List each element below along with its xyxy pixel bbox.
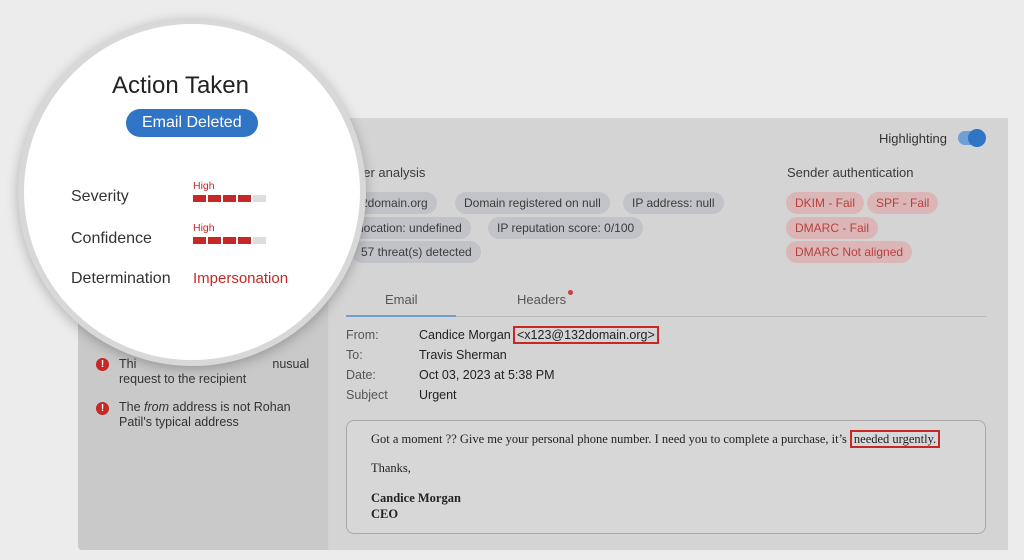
reason-1-fragment-b: nusual [272, 357, 310, 371]
to-label: To: [346, 348, 363, 362]
email-signature-name: Candice Morgan [371, 491, 461, 505]
reason-1-line-2: request to the recipient [119, 372, 247, 386]
headers-alert-dot [568, 290, 573, 295]
chip-domain-registered: Domain registered on null [455, 192, 610, 214]
from-name: Candice Morgan [419, 328, 511, 342]
subject-label: Subject [346, 388, 388, 402]
from-label: From: [346, 328, 379, 342]
chip-spf: SPF - Fail [867, 192, 939, 214]
confidence-label: Confidence [71, 230, 152, 247]
subject-value: Urgent [419, 388, 457, 402]
severity-level: High [193, 180, 215, 192]
to-value: Travis Sherman [419, 348, 507, 362]
email-closing: Thanks, [371, 461, 411, 475]
date-value: Oct 03, 2023 at 5:38 PM [419, 368, 555, 382]
severity-meter [193, 195, 268, 202]
chip-ip-address: IP address: null [623, 192, 724, 214]
email-body-text: Got a moment ?? Give me your personal ph… [371, 432, 847, 446]
chip-location: location: undefined [352, 217, 471, 239]
warning-icon: ! [96, 358, 109, 371]
reason-2-italic: from [144, 400, 170, 414]
chip-dkim: DKIM - Fail [786, 192, 864, 214]
chip-dmarc-aligned: DMARC Not aligned [786, 241, 913, 263]
email-body-highlight: needed urgently. [849, 430, 941, 448]
reason-2-suffix: address is not Rohan [169, 400, 291, 414]
chip-dmarc: DMARC - Fail [786, 217, 878, 239]
confidence-level: High [193, 222, 215, 234]
action-taken-magnifier: Action Taken Email Deleted Severity High… [18, 18, 366, 366]
highlighting-toggle[interactable] [958, 129, 986, 147]
tab-headers[interactable]: Headers [517, 292, 566, 307]
chip-ip-reputation: IP reputation score: 0/100 [488, 217, 644, 239]
active-tab-indicator [346, 315, 456, 317]
reason-from-address: The from address is not Rohan Patil's ty… [119, 400, 291, 430]
tab-email[interactable]: Email [385, 292, 418, 307]
action-title: Action Taken [112, 72, 249, 99]
from-address: <x123@132domain.org> [513, 326, 659, 344]
sender-analysis-title: der analysis [356, 165, 426, 180]
warning-icon: ! [96, 402, 109, 415]
determination-value: Impersonation [193, 270, 289, 287]
reason-2-prefix: The [119, 400, 145, 414]
email-deleted-badge: Email Deleted [126, 109, 258, 137]
email-body: Got a moment ?? Give me your personal ph… [346, 420, 986, 534]
chip-threats: 57 threat(s) detected [352, 241, 481, 263]
severity-label: Severity [71, 188, 129, 205]
determination-label: Determination [71, 270, 171, 287]
sender-authentication-title: Sender authentication [787, 165, 914, 180]
reason-2-line-2: Patil's typical address [119, 415, 239, 429]
confidence-meter [193, 237, 268, 244]
date-label: Date: [346, 368, 376, 382]
email-signature-title: CEO [371, 507, 399, 521]
highlighting-label: Highlighting [879, 131, 947, 146]
reason-1-fragment-a: Thi [119, 357, 137, 371]
